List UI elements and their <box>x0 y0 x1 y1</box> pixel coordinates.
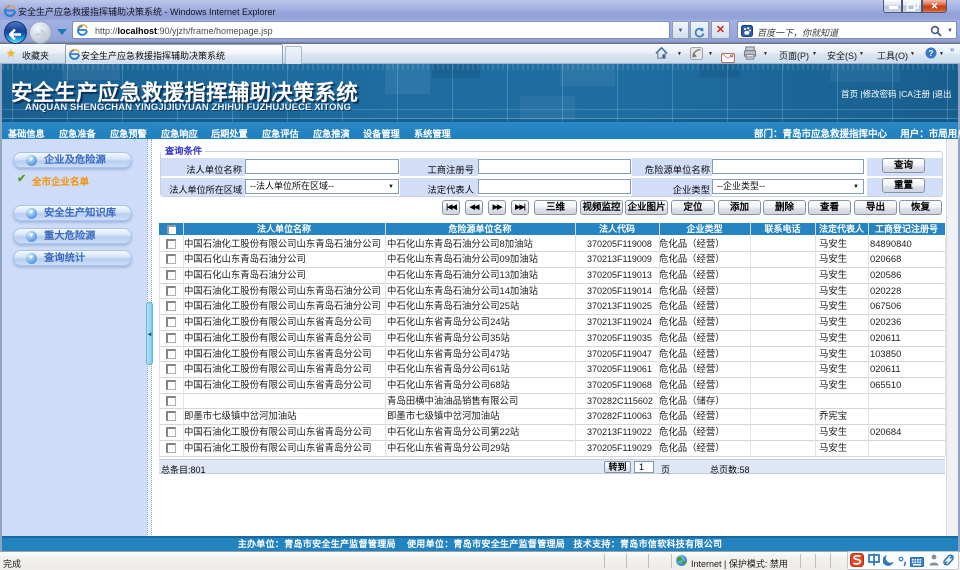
svg-text:?: ? <box>929 49 934 58</box>
